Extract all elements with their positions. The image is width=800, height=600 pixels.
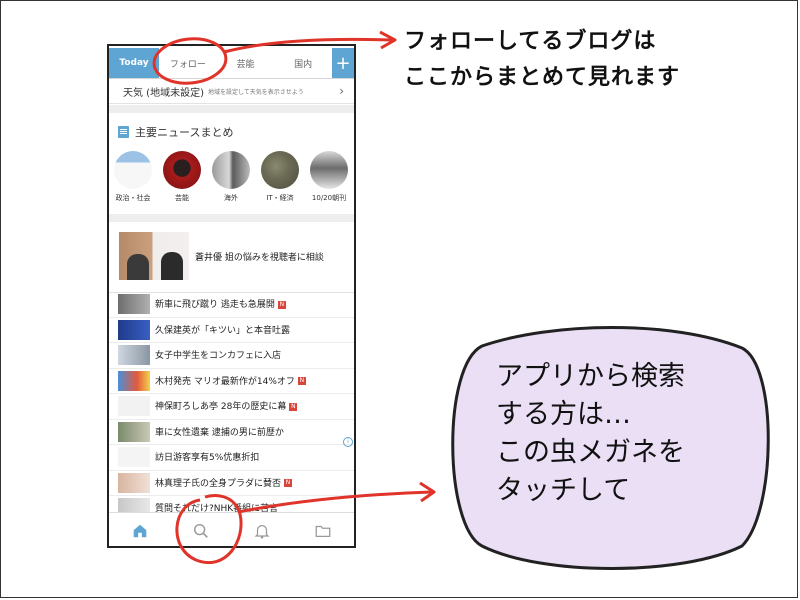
divider [109, 214, 354, 222]
news-title: 神保町ろしあ亭 28年の歴史に幕 [155, 402, 287, 412]
news-thumbnail [118, 370, 150, 391]
follow-note-line2: ここからまとめて見れます [404, 65, 681, 90]
news-title: 車に女性遺棄 逮捕の男に前歴か [155, 427, 284, 438]
add-tab-button[interactable]: + [332, 48, 354, 78]
home-icon [133, 524, 146, 538]
divider [109, 105, 354, 113]
weather-sub: 地域を設定して天気を表示させよう [207, 89, 304, 96]
list-item[interactable]: 車に女性遺棄 逮捕の男に前歴か [109, 420, 354, 445]
nav-home[interactable] [109, 513, 170, 546]
section-header: 主要ニュースまとめ [118, 124, 233, 140]
list-item[interactable]: 訪日游客享有5%优惠折扣 [109, 445, 354, 471]
bubble-line: アプリから検索 [496, 361, 685, 392]
category-label: 海外 [224, 194, 238, 202]
news-title: 木村発売 マリオ最新作が14%オフ [155, 376, 295, 387]
bubble-line: タッチして [496, 475, 631, 506]
news-title: 女子中学生をコンカフェに入店 [155, 351, 282, 361]
new-badge: N [289, 402, 298, 411]
nav-search[interactable] [170, 513, 231, 546]
category-entertainment[interactable]: 芸能 [162, 151, 202, 203]
news-thumbnail [118, 396, 150, 416]
document-icon [118, 126, 129, 138]
search-icon [193, 523, 208, 538]
bubble-line: この虫メガネを [496, 437, 685, 468]
category-politics[interactable]: 政治・社会 [113, 151, 153, 203]
category-label: IT・経済 [266, 194, 294, 202]
news-thumbnail [118, 294, 150, 314]
news-title: 新車に飛び蹴り 逃走も急展開 [155, 300, 275, 310]
bubble-line: する方は… [496, 399, 631, 430]
phone-screenshot: Today フォロー 芸能 国内 + 天気 (地域未設定) 地域を設定して天気を… [107, 44, 356, 548]
tab-bar: Today フォロー 芸能 国内 + [109, 48, 354, 79]
category-morning-paper[interactable]: 10/20朝刊 [309, 151, 349, 203]
news-list: 新車に飛び蹴り 逃走も急展開 N 久保建英が「キツい」と本音吐露 女子中学生をコン… [109, 292, 354, 522]
chevron-right-icon: › [339, 84, 344, 98]
bell-icon [254, 524, 270, 539]
news-thumbnail [118, 345, 150, 365]
tab-follow[interactable]: フォロー [159, 48, 217, 78]
category-thumbnail [163, 151, 201, 189]
nav-notifications[interactable] [232, 513, 293, 546]
nav-folder[interactable] [293, 513, 354, 546]
news-title: 林真理子氏の全身プラダに賛否 [155, 478, 282, 489]
category-label: 10/20朝刊 [311, 194, 347, 202]
featured-title: 蒼井優 姐の悩みを視聴者に相談 [195, 253, 324, 263]
tab-entertainment[interactable]: 芸能 [217, 48, 275, 78]
folder-icon [315, 525, 331, 538]
weather-bar[interactable]: 天気 (地域未設定) 地域を設定して天気を表示させよう › [109, 80, 354, 104]
list-item[interactable]: 女子中学生をコンカフェに入店 [109, 343, 354, 369]
news-thumbnail [118, 447, 150, 467]
category-thumbnail [310, 151, 348, 189]
list-item[interactable]: 林真理子氏の全身プラダに賛否 N [109, 471, 354, 496]
category-label: 芸能 [175, 194, 189, 202]
category-thumbnail [114, 151, 152, 189]
section-title: 主要ニュースまとめ [135, 126, 234, 139]
news-title: 久保建英が「キツい」と本音吐露 [155, 325, 291, 336]
news-thumbnail [118, 319, 150, 340]
category-label: 政治・社会 [115, 194, 151, 202]
news-thumbnail [118, 472, 150, 493]
category-thumbnail [212, 151, 250, 189]
category-carousel: 政治・社会 芸能 海外 IT・経済 10/20朝刊 [113, 151, 354, 211]
category-it-economy[interactable]: IT・経済 [260, 151, 300, 203]
category-overseas[interactable]: 海外 [211, 151, 251, 203]
list-item[interactable]: 神保町ろしあ亭 28年の歴史に幕 N [109, 394, 354, 420]
news-thumbnail [118, 421, 150, 442]
tab-today[interactable]: Today [109, 48, 159, 78]
bottom-nav [109, 512, 354, 546]
info-icon[interactable]: i [343, 437, 353, 447]
follow-note-line1: フォローしてるブログは [404, 29, 657, 54]
tab-domestic[interactable]: 国内 [274, 48, 332, 78]
news-title: 訪日游客享有5%优惠折扣 [155, 453, 260, 463]
list-item[interactable]: 木村発売 マリオ最新作が14%オフ N [109, 369, 354, 394]
new-badge: N [277, 300, 286, 309]
featured-photo [119, 232, 189, 280]
new-badge: N [284, 479, 293, 487]
weather-label: 天気 (地域未設定) [123, 88, 204, 99]
new-badge: N [297, 377, 306, 385]
category-thumbnail [261, 151, 299, 189]
bubble-text: アプリから検索 する方は… この虫メガネを タッチして [496, 358, 685, 510]
list-item[interactable]: 久保建英が「キツい」と本音吐露 [109, 318, 354, 343]
featured-article[interactable]: 蒼井優 姐の悩みを視聴者に相談 [109, 224, 354, 293]
follow-note: フォローしてるブログは ここからまとめて見れます [404, 24, 680, 96]
list-item[interactable]: 新車に飛び蹴り 逃走も急展開 N [109, 292, 354, 318]
